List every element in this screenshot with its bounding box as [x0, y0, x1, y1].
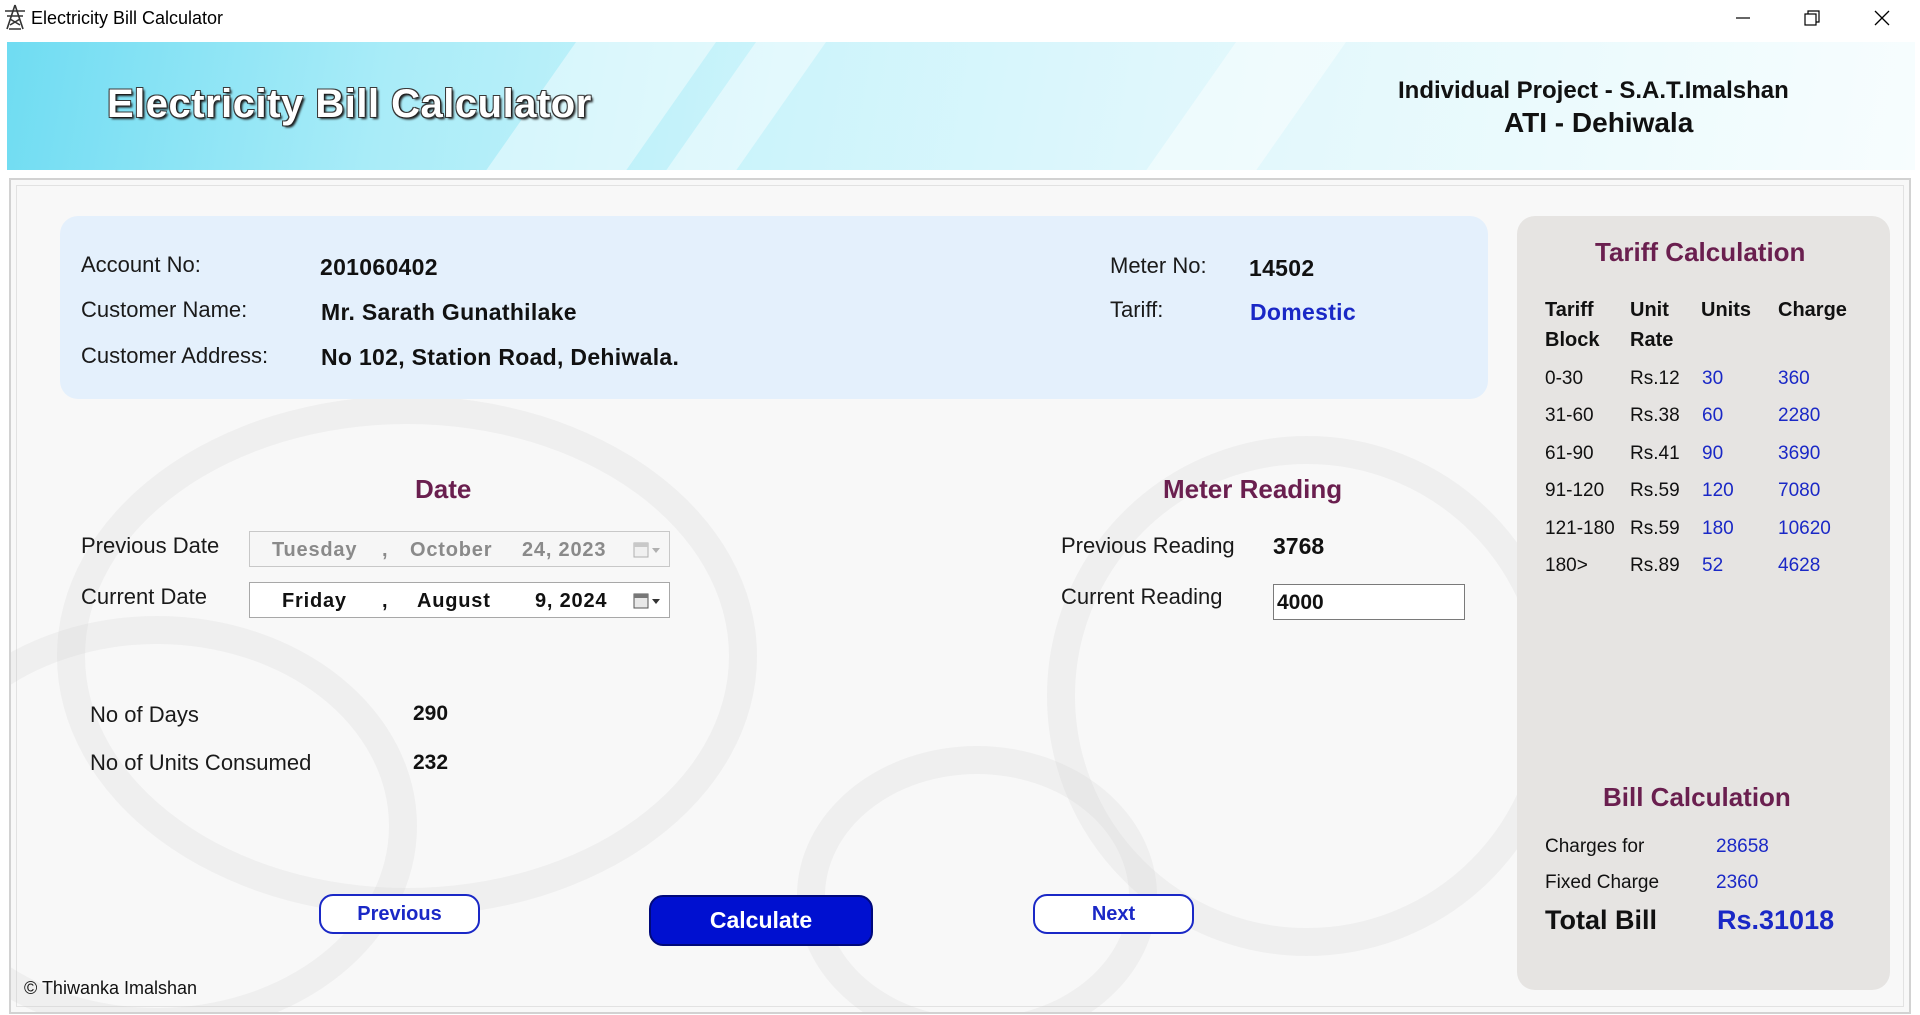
tariff-label: Tariff:: [1110, 297, 1164, 322]
previous-date-label: Previous Date: [81, 533, 220, 558]
customer-address-label: Customer Address:: [81, 343, 269, 368]
close-button[interactable]: [1849, 0, 1915, 36]
minimize-button[interactable]: [1710, 0, 1776, 36]
previous-date-year: 24, 2023: [522, 539, 607, 561]
minimize-icon: [1736, 17, 1750, 19]
customer-name-label: Customer Name:: [81, 297, 248, 322]
current-date-label: Current Date: [81, 584, 207, 609]
calculate-button[interactable]: Calculate: [649, 895, 873, 946]
tariff-header-units: Units: [1701, 299, 1751, 321]
meter-reading-section-title: Meter Reading: [1163, 474, 1343, 504]
tariff-header-block: Tariff Block: [1545, 299, 1600, 351]
meter-no-value: 14502: [1249, 255, 1315, 281]
next-button[interactable]: Next: [1033, 894, 1194, 934]
customer-name-value: Mr. Sarath Gunathilake: [321, 299, 577, 325]
copyright-text: © Thiwanka Imalshan: [24, 978, 198, 998]
current-reading-input[interactable]: 4000: [1273, 584, 1465, 620]
current-date-day: Friday: [282, 590, 347, 612]
previous-reading-value: 3768: [1273, 533, 1325, 559]
current-date-picker[interactable]: Friday , August 9, 2024: [249, 582, 670, 618]
tariff-header-rate: Unit Rate: [1630, 299, 1674, 351]
calendar-dropdown-icon: [633, 542, 660, 558]
current-reading-label: Current Reading: [1061, 584, 1223, 609]
total-bill-value: Rs.31018: [1717, 905, 1835, 935]
app-heading: Electricity Bill Calculator: [107, 82, 592, 126]
fixed-charge-label: Fixed Charge: [1545, 872, 1660, 893]
tariff-header-charge: Charge: [1778, 299, 1847, 321]
charges-label: Charges for: [1545, 836, 1645, 857]
fixed-charge-value: 2360: [1716, 872, 1759, 893]
date-section-title: Date: [415, 474, 472, 504]
previous-reading-label: Previous Reading: [1061, 533, 1235, 558]
previous-date-day: Tuesday: [272, 539, 358, 561]
account-no-label: Account No:: [81, 252, 201, 277]
tariff-value: Domestic: [1250, 299, 1356, 325]
close-icon: [1874, 10, 1890, 26]
calendar-dropdown-icon[interactable]: [633, 591, 661, 611]
header-banner: Electricity Bill Calculator Individual P…: [7, 42, 1915, 170]
institute-name: ATI - Dehiwala: [1504, 107, 1694, 138]
previous-button[interactable]: Previous: [319, 894, 480, 934]
power-tower-icon: [5, 4, 25, 30]
tariff-calculation-title: Tariff Calculation: [1595, 237, 1806, 267]
bill-calculation-title: Bill Calculation: [1603, 782, 1791, 812]
charges-value: 28658: [1716, 836, 1769, 857]
units-consumed-value: 232: [413, 751, 449, 774]
total-bill-label: Total Bill: [1545, 905, 1657, 935]
no-of-days-label: No of Days: [90, 702, 199, 727]
meter-no-label: Meter No:: [1110, 253, 1207, 278]
previous-date-month: October: [410, 539, 493, 561]
current-date-year: 9, 2024: [535, 590, 608, 612]
units-consumed-label: No of Units Consumed: [90, 750, 312, 775]
previous-date-picker: Tuesday , October 24, 2023: [249, 531, 670, 567]
restore-button[interactable]: [1779, 0, 1845, 36]
no-of-days-value: 290: [413, 702, 449, 725]
window-title: Electricity Bill Calculator: [31, 8, 224, 28]
current-date-month: August: [417, 590, 491, 612]
project-credit: Individual Project - S.A.T.Imalshan: [1398, 77, 1789, 104]
customer-address-value: No 102, Station Road, Dehiwala.: [321, 344, 680, 370]
window-titlebar: Electricity Bill Calculator: [0, 0, 1920, 36]
account-no-value: 201060402: [320, 254, 438, 280]
restore-icon: [1804, 10, 1820, 26]
